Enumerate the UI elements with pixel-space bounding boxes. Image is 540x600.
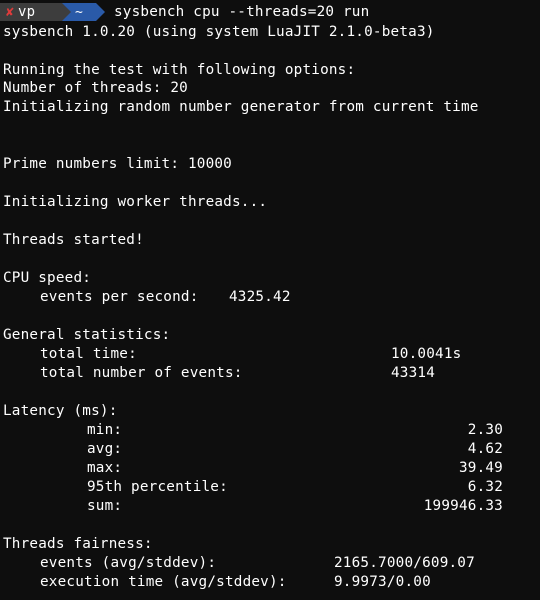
latency-avg-value: 4.62: [467, 441, 503, 457]
fairness-events-label: events (avg/stddev):: [40, 555, 217, 571]
general-stats-heading: General statistics:: [3, 327, 171, 343]
latency-min-label: min:: [87, 422, 123, 438]
threads-line: Number of threads: 20: [3, 80, 188, 96]
total-time-value: 10.0041s: [391, 346, 462, 362]
total-events-value: 43314: [391, 365, 436, 381]
total-events-label: total number of events:: [40, 365, 243, 381]
shell-prompt: ✘ vp ~ sysbench cpu --threads=20 run: [0, 2, 540, 22]
cpu-speed-heading: CPU speed:: [3, 270, 92, 286]
version-line: sysbench 1.0.20 (using system LuaJIT 2.1…: [3, 24, 435, 40]
fairness-exec-value: 9.9973/0.00: [334, 574, 431, 590]
powerline-arrow-icon: [96, 3, 105, 21]
prompt-dir: ~: [74, 4, 84, 20]
prompt-user-segment: ✘ vp: [0, 3, 62, 21]
threads-started-line: Threads started!: [3, 232, 144, 248]
fairness-events-value: 2165.7000/609.07: [334, 555, 475, 571]
init-workers-line: Initializing worker threads...: [3, 194, 268, 210]
total-time-label: total time:: [40, 346, 137, 362]
eps-value: 4325.42: [229, 289, 291, 305]
latency-max-label: max:: [87, 460, 123, 476]
eps-label: events per second:: [40, 289, 199, 305]
latency-max-value: 39.49: [458, 460, 503, 476]
terminal-window[interactable]: ✘ vp ~ sysbench cpu --threads=20 run sys…: [0, 0, 540, 600]
fairness-exec-label: execution time (avg/stddev):: [40, 574, 287, 590]
powerline-arrow-icon: [62, 3, 71, 21]
latency-sum-label: sum:: [87, 498, 123, 514]
latency-avg-label: avg:: [87, 441, 123, 457]
running-line: Running the test with following options:: [3, 62, 356, 78]
prompt-command: sysbench cpu --threads=20 run: [114, 4, 370, 20]
prime-limit-line: Prime numbers limit: 10000: [3, 156, 232, 172]
init-rng-line: Initializing random number generator fro…: [3, 99, 479, 115]
latency-heading: Latency (ms):: [3, 403, 118, 419]
prompt-user: vp: [18, 4, 36, 20]
error-status-icon: ✘: [6, 4, 15, 20]
latency-p95-label: 95th percentile:: [87, 479, 228, 495]
latency-min-value: 2.30: [467, 422, 503, 438]
fairness-heading: Threads fairness:: [3, 536, 153, 552]
latency-p95-value: 6.32: [467, 479, 503, 495]
latency-sum-value: 199946.33: [423, 498, 503, 514]
